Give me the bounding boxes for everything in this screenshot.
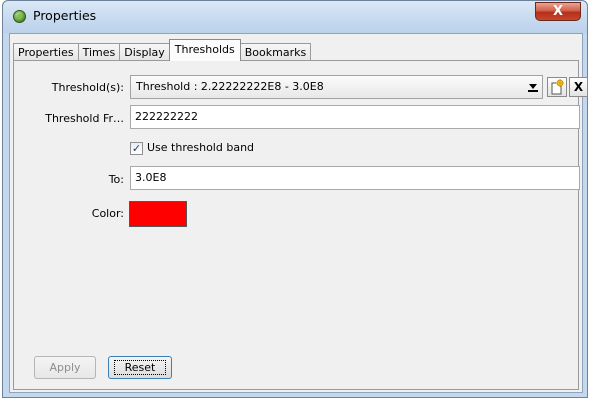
close-button[interactable]: X (535, 2, 581, 21)
chevron-down-icon (529, 84, 537, 89)
threshold-from-label: Threshold Fr… (45, 112, 124, 125)
thresholds-label: Threshold(s): (51, 81, 124, 94)
properties-window: Properties X Properties Times Display Th… (2, 0, 588, 398)
thresholds-panel: Threshold(s): Threshold : 2.22222222E8 -… (13, 60, 588, 390)
tab-times[interactable]: Times (77, 43, 121, 61)
color-label: Color: (91, 207, 124, 220)
thresholds-select-value: Threshold : 2.22222222E8 - 3.0E8 (136, 80, 324, 93)
to-label: To: (108, 173, 124, 186)
window-title: Properties (33, 8, 97, 23)
use-threshold-band-label: Use threshold band (147, 141, 255, 154)
title-bar[interactable]: Properties X (3, 1, 587, 33)
apply-button[interactable]: Apply (34, 356, 96, 379)
thresholds-select[interactable]: Threshold : 2.22222222E8 - 3.0E8 (130, 75, 543, 99)
new-document-icon (551, 79, 564, 95)
use-threshold-band-checkbox[interactable]: ✓ (130, 142, 143, 155)
tab-bookmarks[interactable]: Bookmarks (239, 43, 312, 61)
app-icon (13, 10, 26, 23)
new-threshold-button[interactable] (547, 77, 567, 97)
tab-properties[interactable]: Properties (13, 43, 79, 61)
tab-thresholds[interactable]: Thresholds (168, 39, 241, 61)
combo-underline-mark (528, 90, 538, 92)
delete-threshold-button[interactable]: X (569, 77, 588, 97)
reset-button[interactable]: Reset (108, 356, 172, 379)
to-input[interactable]: 3.0E8 (130, 166, 580, 190)
threshold-from-input[interactable]: 222222222 (130, 105, 580, 129)
reset-button-label: Reset (113, 360, 167, 375)
tab-display[interactable]: Display (119, 43, 170, 61)
color-swatch[interactable] (129, 201, 187, 227)
dialog-body: Properties Times Display Thresholds Book… (9, 33, 588, 393)
tab-bar: Properties Times Display Thresholds Book… (13, 39, 312, 61)
